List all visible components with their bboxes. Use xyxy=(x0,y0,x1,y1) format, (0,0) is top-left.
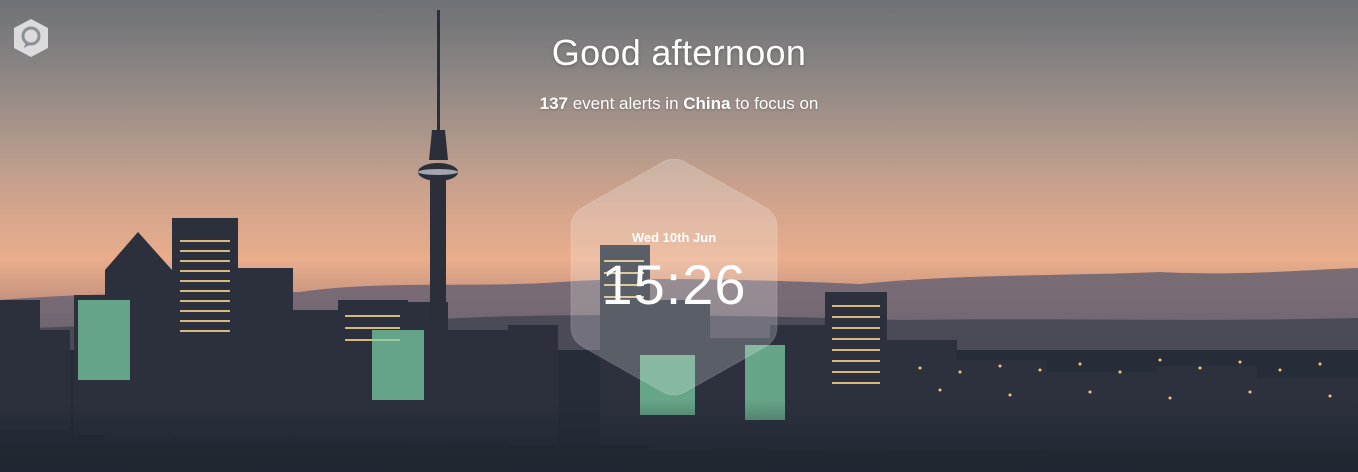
alert-text-suffix: to focus on xyxy=(730,94,819,113)
alert-text-prefix: event alerts in xyxy=(567,94,684,113)
alert-count: 137 xyxy=(539,94,568,113)
hero-banner: Good afternoon 137 event alerts in China… xyxy=(0,0,1358,472)
alerts-summary: 137 event alerts in China to focus on xyxy=(0,94,1358,114)
clock-time: 15:26 xyxy=(601,253,747,316)
clock-date: Wed 10th Jun xyxy=(631,230,717,245)
greeting-heading: Good afternoon xyxy=(551,32,807,73)
alert-location: China xyxy=(683,94,731,113)
